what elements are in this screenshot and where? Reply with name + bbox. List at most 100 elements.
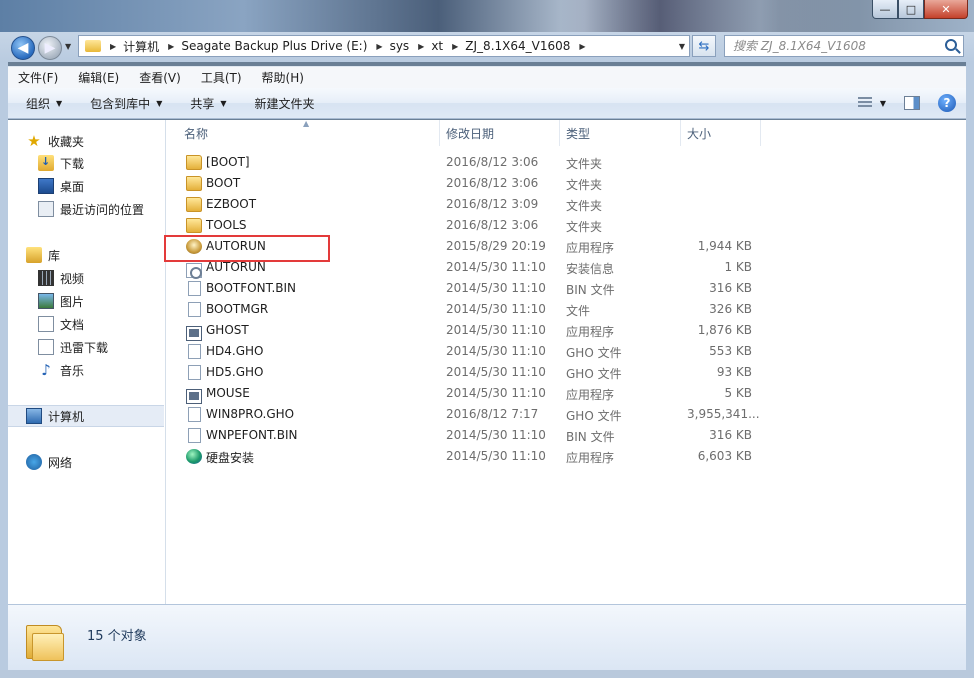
chevron-right-icon[interactable]: ▶	[110, 42, 116, 51]
nav-favorites[interactable]: ★ 收藏夹	[26, 130, 182, 152]
chevron-right-icon[interactable]: ▶	[168, 42, 174, 51]
menu-edit[interactable]: 编辑(E)	[68, 69, 129, 86]
chevron-right-icon[interactable]: ▶	[579, 42, 585, 51]
new-folder-label: 新建文件夹	[254, 96, 315, 111]
menu-view[interactable]: 查看(V)	[129, 69, 191, 86]
menu-tools[interactable]: 工具(T)	[191, 69, 252, 86]
file-name: BOOT	[206, 176, 241, 190]
nav-label: 最近访问的位置	[60, 202, 145, 217]
address-bar[interactable]: ▶ 计算机 ▶ Seagate Backup Plus Drive (E:) ▶…	[78, 35, 690, 57]
file-date: 2014/5/30 11:10	[446, 428, 546, 442]
refresh-button[interactable]: ⇆	[692, 35, 716, 57]
column-header-type[interactable]: 类型	[560, 120, 681, 146]
file-type: 文件夹	[566, 199, 603, 213]
table-row[interactable]: [BOOT] 2016/8/12 3:06 文件夹	[167, 152, 767, 173]
file-size: 5 KB	[724, 386, 752, 400]
wallpaper-glass	[560, 0, 860, 32]
table-row[interactable]: TOOLS 2016/8/12 3:06 文件夹	[167, 215, 767, 236]
menu-help[interactable]: 帮助(H)	[252, 69, 314, 86]
recent-places-icon	[38, 201, 54, 217]
minimize-button[interactable]: —	[872, 0, 898, 19]
chevron-right-icon[interactable]: ▶	[452, 42, 458, 51]
file-type: 应用程序	[566, 451, 615, 465]
table-row[interactable]: BOOTFONT.BIN 2014/5/30 11:10 BIN 文件 316 KB	[167, 278, 767, 299]
menu-file[interactable]: 文件(F)	[8, 69, 68, 86]
disk-installer-icon	[186, 449, 202, 464]
table-row[interactable]: MOUSE 2014/5/30 11:10 应用程序 5 KB	[167, 383, 767, 404]
include-library-label: 包含到库中	[90, 96, 151, 111]
sort-ascending-icon: ▲	[303, 119, 310, 128]
file-date: 2014/5/30 11:10	[446, 281, 546, 295]
file-date: 2014/5/30 11:10	[446, 365, 546, 379]
file-size: 6,603 KB	[697, 449, 752, 463]
folder-icon	[186, 176, 202, 191]
table-row[interactable]: GHOST 2014/5/30 11:10 应用程序 1,876 KB	[167, 320, 767, 341]
table-row[interactable]: BOOT 2016/8/12 3:06 文件夹	[167, 173, 767, 194]
recent-pages-dropdown[interactable]: ▼	[65, 42, 71, 51]
preview-pane-icon[interactable]	[904, 96, 920, 110]
file-size: 326 KB	[709, 302, 752, 316]
file-date: 2014/5/30 11:10	[446, 449, 546, 463]
file-name: BOOTMGR	[206, 302, 269, 316]
file-name: GHOST	[206, 323, 249, 337]
table-row[interactable]: BOOTMGR 2014/5/30 11:10 文件 326 KB	[167, 299, 767, 320]
video-icon	[38, 270, 54, 286]
breadcrumb-current[interactable]: ZJ_8.1X64_V1608	[465, 39, 570, 53]
nav-libraries[interactable]: 库	[26, 244, 182, 266]
file-name: AUTORUN	[206, 260, 266, 274]
close-button[interactable]: ✕	[924, 0, 968, 19]
table-row[interactable]: WIN8PRO.GHO 2016/8/12 7:17 GHO 文件 3,955,341…	[167, 404, 767, 425]
table-row[interactable]: HD4.GHO 2014/5/30 11:10 GHO 文件 553 KB	[167, 341, 767, 362]
organize-label: 组织	[26, 96, 51, 111]
documents-icon	[38, 316, 54, 332]
include-in-library-button[interactable]: 包含到库中 ▼	[76, 95, 176, 112]
chevron-right-icon[interactable]: ▶	[376, 42, 382, 51]
new-folder-button[interactable]: 新建文件夹	[241, 95, 329, 112]
breadcrumb-drive[interactable]: Seagate Backup Plus Drive (E:)	[181, 39, 367, 53]
nav-label: 库	[48, 248, 61, 263]
breadcrumb-xt[interactable]: xt	[431, 39, 443, 53]
column-header-date[interactable]: 修改日期	[440, 120, 560, 146]
computer-icon	[26, 408, 42, 424]
maximize-button[interactable]: □	[898, 0, 924, 19]
app-icon	[186, 389, 202, 404]
menu-bar: 文件(F) 编辑(E) 查看(V) 工具(T) 帮助(H)	[8, 66, 966, 88]
chevron-down-icon: ▼	[156, 98, 163, 108]
search-input[interactable]	[733, 39, 933, 53]
share-button[interactable]: 共享 ▼	[176, 95, 240, 112]
table-row[interactable]: EZBOOT 2016/8/12 3:09 文件夹	[167, 194, 767, 215]
help-icon[interactable]: ?	[938, 94, 956, 112]
nav-label: 下载	[60, 156, 85, 171]
file-name: WNPEFONT.BIN	[206, 428, 298, 442]
file-date: 2014/5/30 11:10	[446, 344, 546, 358]
forward-button[interactable]: ▶	[38, 36, 62, 60]
column-header-name[interactable]: 名称 ▲	[167, 119, 440, 146]
search-box[interactable]	[724, 35, 964, 57]
file-icon	[188, 407, 201, 422]
nav-label: 迅雷下载	[60, 340, 109, 355]
column-header-size[interactable]: 大小	[681, 120, 761, 146]
table-row[interactable]: WNPEFONT.BIN 2014/5/30 11:10 BIN 文件 316 KB	[167, 425, 767, 446]
back-button[interactable]: ◀	[11, 36, 35, 60]
nav-computer[interactable]: 计算机	[8, 405, 164, 427]
organize-button[interactable]: 组织 ▼	[8, 95, 76, 112]
file-type: 文件夹	[566, 220, 603, 234]
breadcrumb-sys[interactable]: sys	[390, 39, 410, 53]
chevron-right-icon[interactable]: ▶	[418, 42, 424, 51]
address-dropdown[interactable]: ▼	[679, 42, 685, 51]
nav-network[interactable]: 网络	[26, 451, 182, 473]
folder-icon	[26, 621, 66, 663]
file-name: 硬盘安装	[206, 451, 255, 465]
command-bar: 组织 ▼ 包含到库中 ▼ 共享 ▼ 新建文件夹 ▼ ?	[8, 88, 966, 119]
refresh-icon: ⇆	[698, 38, 710, 54]
table-row[interactable]: HD5.GHO 2014/5/30 11:10 GHO 文件 93 KB	[167, 362, 767, 383]
table-row[interactable]: 硬盘安装 2014/5/30 11:10 应用程序 6,603 KB	[167, 446, 767, 467]
breadcrumb-computer[interactable]: 计算机	[123, 38, 159, 55]
change-view-button[interactable]: ▼	[857, 97, 886, 109]
column-header-label: 名称	[184, 126, 209, 141]
file-type: GHO 文件	[566, 409, 622, 423]
file-size: 1 KB	[724, 260, 752, 274]
file-size: 316 KB	[709, 428, 752, 442]
search-icon[interactable]	[945, 39, 957, 51]
file-type: 文件夹	[566, 178, 603, 192]
